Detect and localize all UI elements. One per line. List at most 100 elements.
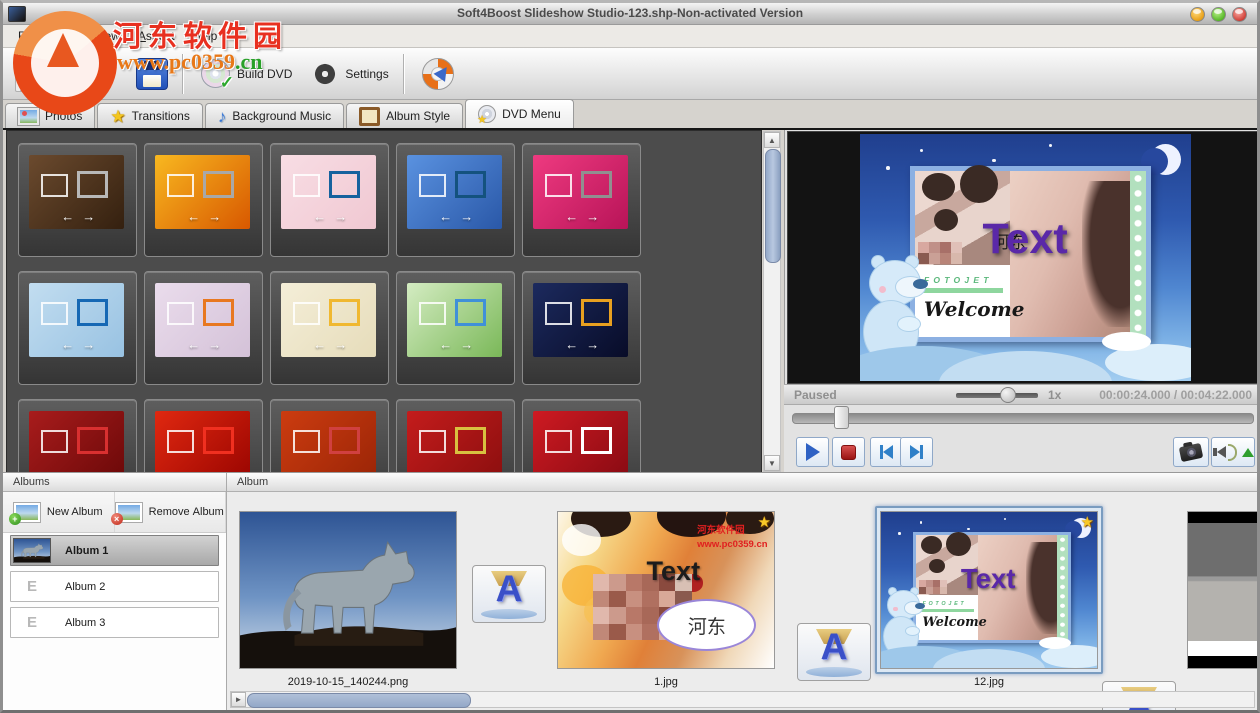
photo-thumbnail[interactable] — [239, 511, 457, 669]
menu-item-view[interactable]: View — [85, 26, 129, 46]
tab-photos[interactable]: Photos — [5, 103, 95, 128]
play-button[interactable] — [796, 437, 829, 467]
new-album-button[interactable]: + New Album — [3, 492, 115, 532]
photo-thumbnail[interactable]: 河东软件园 — [1187, 511, 1260, 669]
mosaic-square — [609, 624, 626, 641]
seek-slider[interactable] — [792, 413, 1254, 424]
check-icon: ✓ — [220, 73, 234, 93]
scroll-right-arrow[interactable]: ► — [231, 692, 246, 707]
left-arrow-icon: ← — [439, 338, 452, 351]
dvd-menu-template-autumn-leaves-brown[interactable]: ←→ — [18, 143, 137, 257]
menu-item-file[interactable]: File — [9, 26, 46, 46]
help-button[interactable] — [414, 54, 462, 94]
minimize-button[interactable] — [1190, 7, 1205, 22]
scrollbar-thumb[interactable] — [247, 693, 471, 708]
music-note-icon: ♪ — [218, 108, 227, 125]
album-list-item-1[interactable]: Album 1 — [10, 535, 219, 566]
album-list-item-3[interactable]: EAlbum 3 — [10, 607, 219, 638]
chevron-down-icon[interactable] — [108, 71, 116, 76]
right-arrow-icon: → — [82, 338, 95, 351]
dvd-menu-template-blue-teddy[interactable]: ←→ — [396, 143, 515, 257]
remove-album-button[interactable]: × Remove Album — [115, 492, 227, 532]
photo-thumbnail[interactable]: 河东软件园www.pc0359.cnText河东★ — [557, 511, 775, 669]
menu-item-aspect[interactable]: Aspect — [129, 26, 184, 46]
transition-a-icon: A — [798, 628, 870, 665]
dvd-menu-template-halloween-night[interactable]: ←→ — [522, 271, 641, 385]
close-button[interactable] — [1232, 7, 1247, 22]
dvd-menu-template-red-fire-hearts[interactable]: ←→ — [144, 399, 263, 473]
photo-thumbnail[interactable]: FOTOJETWelcomeText★ — [880, 511, 1098, 669]
photo-placeholder-frame — [545, 430, 572, 453]
dvd-menu-template-cream-balloons[interactable]: ←→ — [270, 271, 389, 385]
dvd-menu-template-dark-red[interactable]: ←→ — [18, 399, 137, 473]
dvd-menu-template-red-snowman[interactable]: ←→ — [522, 399, 641, 473]
menu-item-edit[interactable]: Edit — [46, 26, 85, 46]
maximize-button[interactable] — [1211, 7, 1226, 22]
dvd-menu-template-red-ornaments[interactable]: ←→ — [396, 399, 515, 473]
transition-item[interactable]: A — [797, 623, 871, 681]
bear-nose — [915, 603, 925, 609]
photo-placeholder-frame — [77, 171, 108, 198]
photo-blob — [946, 532, 971, 556]
scroll-up-arrow[interactable]: ▲ — [764, 132, 780, 148]
dvd-menu-template-orange-red[interactable]: ←→ — [270, 399, 389, 473]
speed-slider[interactable] — [956, 393, 1038, 398]
vertical-scrollbar[interactable]: ▲ ▼ — [763, 131, 781, 472]
album-photo-item[interactable]: FOTOJETWelcomeText★12.jpg — [875, 506, 1103, 688]
dvd-menu-template-pink-baby[interactable]: ←→ — [270, 143, 389, 257]
mosaic-square — [593, 624, 610, 641]
right-arrow-icon: → — [586, 338, 599, 351]
tab-transitions[interactable]: ★Transitions — [97, 103, 203, 128]
dvd-menu-template-lavender-gift[interactable]: ←→ — [144, 271, 263, 385]
mosaic-square — [609, 574, 626, 591]
transition-item[interactable]: A — [472, 565, 546, 623]
right-arrow-icon: → — [460, 210, 473, 223]
tab-album-style[interactable]: Album Style — [346, 103, 463, 128]
dvd-menu-template-blue-birthday-cake[interactable]: ←→ — [18, 271, 137, 385]
speed-slider-knob[interactable] — [1000, 387, 1016, 403]
left-arrow-icon: ← — [187, 338, 200, 351]
album-photo-item[interactable]: 河东软件园www.pc0359.cnText河东★1.jpg — [557, 511, 775, 688]
album-list-item-2[interactable]: EAlbum 2 — [10, 571, 219, 602]
stop-button[interactable] — [832, 437, 865, 467]
tab-label: Photos — [45, 109, 82, 123]
menu-title-text: Text — [961, 565, 1016, 593]
title-bar[interactable]: Soft4Boost Slideshow Studio-123.shp-Non-… — [3, 3, 1257, 25]
application-window: Soft4Boost Slideshow Studio-123.shp-Non-… — [0, 0, 1260, 713]
build-dvd-button[interactable]: ✓ Build DVD — [193, 55, 300, 92]
next-button[interactable] — [900, 437, 933, 467]
album-photo-item[interactable]: 2019-10-15_140244.png — [239, 511, 457, 688]
new-project-button[interactable] — [7, 52, 51, 96]
empty-album-icon: E — [13, 578, 51, 595]
photo-placeholder-frame — [41, 430, 68, 453]
tab-dvd-menu[interactable]: DVD Menu — [465, 99, 574, 128]
photo-placeholder-frame — [203, 171, 234, 198]
photo-caption-strip: 河东软件园 — [1188, 641, 1260, 656]
wolf-photo — [240, 512, 456, 668]
bear-nose — [913, 279, 928, 289]
scroll-down-arrow[interactable]: ▼ — [764, 455, 780, 471]
mosaic-square — [642, 624, 659, 641]
dvd-menu-template-autumn-leaves-orange[interactable]: ←→ — [144, 143, 263, 257]
open-project-button[interactable] — [55, 55, 124, 93]
mosaic-square — [593, 607, 610, 624]
album-name: Album 3 — [65, 617, 105, 629]
snapshot-button[interactable] — [1173, 437, 1209, 467]
dvd-menu-template-pink-teddy[interactable]: ←→ — [522, 143, 641, 257]
scrollbar-thumb[interactable] — [765, 149, 781, 263]
photo-placeholder-frame — [293, 430, 320, 453]
left-arrow-icon: ← — [61, 210, 74, 223]
mosaic-square — [642, 591, 659, 608]
tab-background-music[interactable]: ♪Background Music — [205, 103, 344, 128]
mosaic-square — [940, 242, 951, 253]
previous-button[interactable] — [870, 437, 903, 467]
album-photo-item[interactable]: 河东软件园 — [1187, 511, 1260, 669]
dvd-menu-template-cartoon-birthday[interactable]: ←→ — [396, 271, 515, 385]
horizontal-scrollbar[interactable]: ◄ ► — [230, 691, 1255, 708]
volume-button[interactable] — [1211, 437, 1255, 467]
seek-slider-handle[interactable] — [834, 406, 849, 429]
star-dot — [920, 521, 922, 523]
menu-item-help[interactable]: Help — [184, 26, 227, 46]
settings-button[interactable]: Settings — [304, 57, 396, 91]
save-project-button[interactable] — [128, 54, 176, 94]
